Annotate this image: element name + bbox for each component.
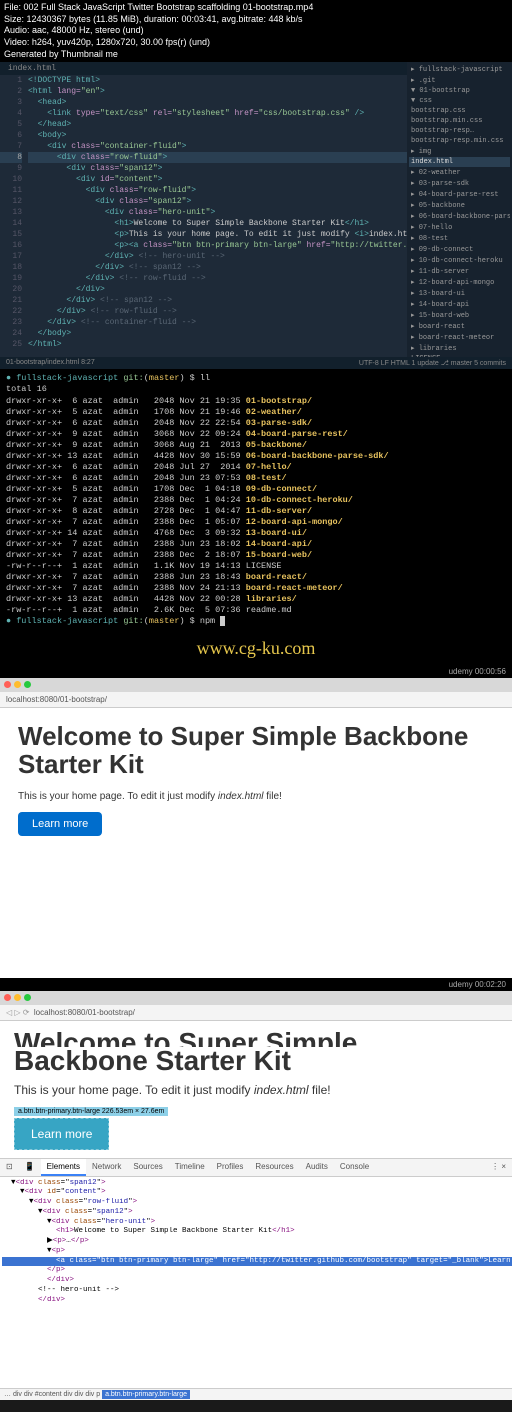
browser-window-2: ◁ ▷ ⟳ localhost:8080/01-bootstrap/ Welco… — [0, 991, 512, 1400]
devtools-tab-audits[interactable]: Audits — [300, 1159, 334, 1176]
udemy-badge: udemy 00:02:20 — [0, 978, 512, 991]
learn-more-button[interactable]: Learn more — [14, 1118, 109, 1150]
code-editor: index.html 12345678910111213141516171819… — [0, 62, 512, 357]
learn-more-button[interactable]: Learn more — [18, 812, 102, 836]
page-content: Welcome to Super Simple Backbone Starter… — [0, 708, 512, 978]
window-controls[interactable] — [0, 991, 512, 1005]
maximize-icon[interactable] — [24, 994, 31, 1001]
devtools-tab-elements[interactable]: Elements — [41, 1159, 86, 1176]
minimize-icon[interactable] — [14, 681, 21, 688]
minimize-icon[interactable] — [14, 994, 21, 1001]
page-content: Welcome to Super SimpleBackbone Starter … — [0, 1021, 512, 1158]
inspect-icon[interactable]: ⊡ — [0, 1159, 19, 1176]
editor-statusbar: 01-bootstrap/index.html 8:27UTF-8 LF HTM… — [0, 357, 512, 369]
page-text: This is your home page. To edit it just … — [14, 1083, 498, 1097]
maximize-icon[interactable] — [24, 681, 31, 688]
terminal[interactable]: ● fullstack-javascript git:(master) $ ll… — [0, 369, 512, 631]
devtools-tab-console[interactable]: Console — [334, 1159, 375, 1176]
dom-breadcrumb[interactable]: … div div #content div div div p a.btn.b… — [0, 1388, 512, 1400]
close-icon[interactable] — [4, 994, 11, 1001]
inspector-tooltip: a.btn.btn-primary.btn-large 226.53em × 2… — [14, 1107, 168, 1116]
device-icon[interactable]: 📱 — [19, 1159, 41, 1176]
line-gutter: 1234567891011121314151617181920212223242… — [0, 75, 28, 350]
devtools-tab-profiles[interactable]: Profiles — [211, 1159, 250, 1176]
page-text: This is your home page. To edit it just … — [18, 791, 494, 802]
video-metadata: File: 002 Full Stack JavaScript Twitter … — [0, 0, 512, 62]
devtools[interactable]: ⊡ 📱 ElementsNetworkSourcesTimelineProfil… — [0, 1158, 512, 1400]
window-controls[interactable] — [0, 678, 512, 692]
devtools-tab-sources[interactable]: Sources — [127, 1159, 168, 1176]
devtools-tab-timeline[interactable]: Timeline — [169, 1159, 211, 1176]
devtools-tabs: ⊡ 📱 ElementsNetworkSourcesTimelineProfil… — [0, 1159, 512, 1177]
dom-tree[interactable]: ▼<div class="span12"> ▼<div id="content"… — [0, 1177, 512, 1388]
browser-window-1: localhost:8080/01-bootstrap/ Welcome to … — [0, 678, 512, 978]
page-title: Welcome to Super SimpleBackbone Starter … — [14, 1029, 498, 1075]
watermark: www.cg-ku.com — [0, 632, 512, 665]
address-bar[interactable]: ◁ ▷ ⟳ localhost:8080/01-bootstrap/ — [0, 1005, 512, 1021]
devtools-tab-resources[interactable]: Resources — [249, 1159, 299, 1176]
address-bar[interactable]: localhost:8080/01-bootstrap/ — [0, 692, 512, 708]
page-title: Welcome to Super Simple Backbone Starter… — [18, 722, 494, 779]
file-tree[interactable]: ▸ fullstack-javascript ▸ .git ▼ 01-boots… — [407, 62, 512, 357]
close-icon[interactable] — [4, 681, 11, 688]
udemy-badge: udemy 00:00:56 — [0, 665, 512, 678]
devtools-tab-network[interactable]: Network — [86, 1159, 127, 1176]
